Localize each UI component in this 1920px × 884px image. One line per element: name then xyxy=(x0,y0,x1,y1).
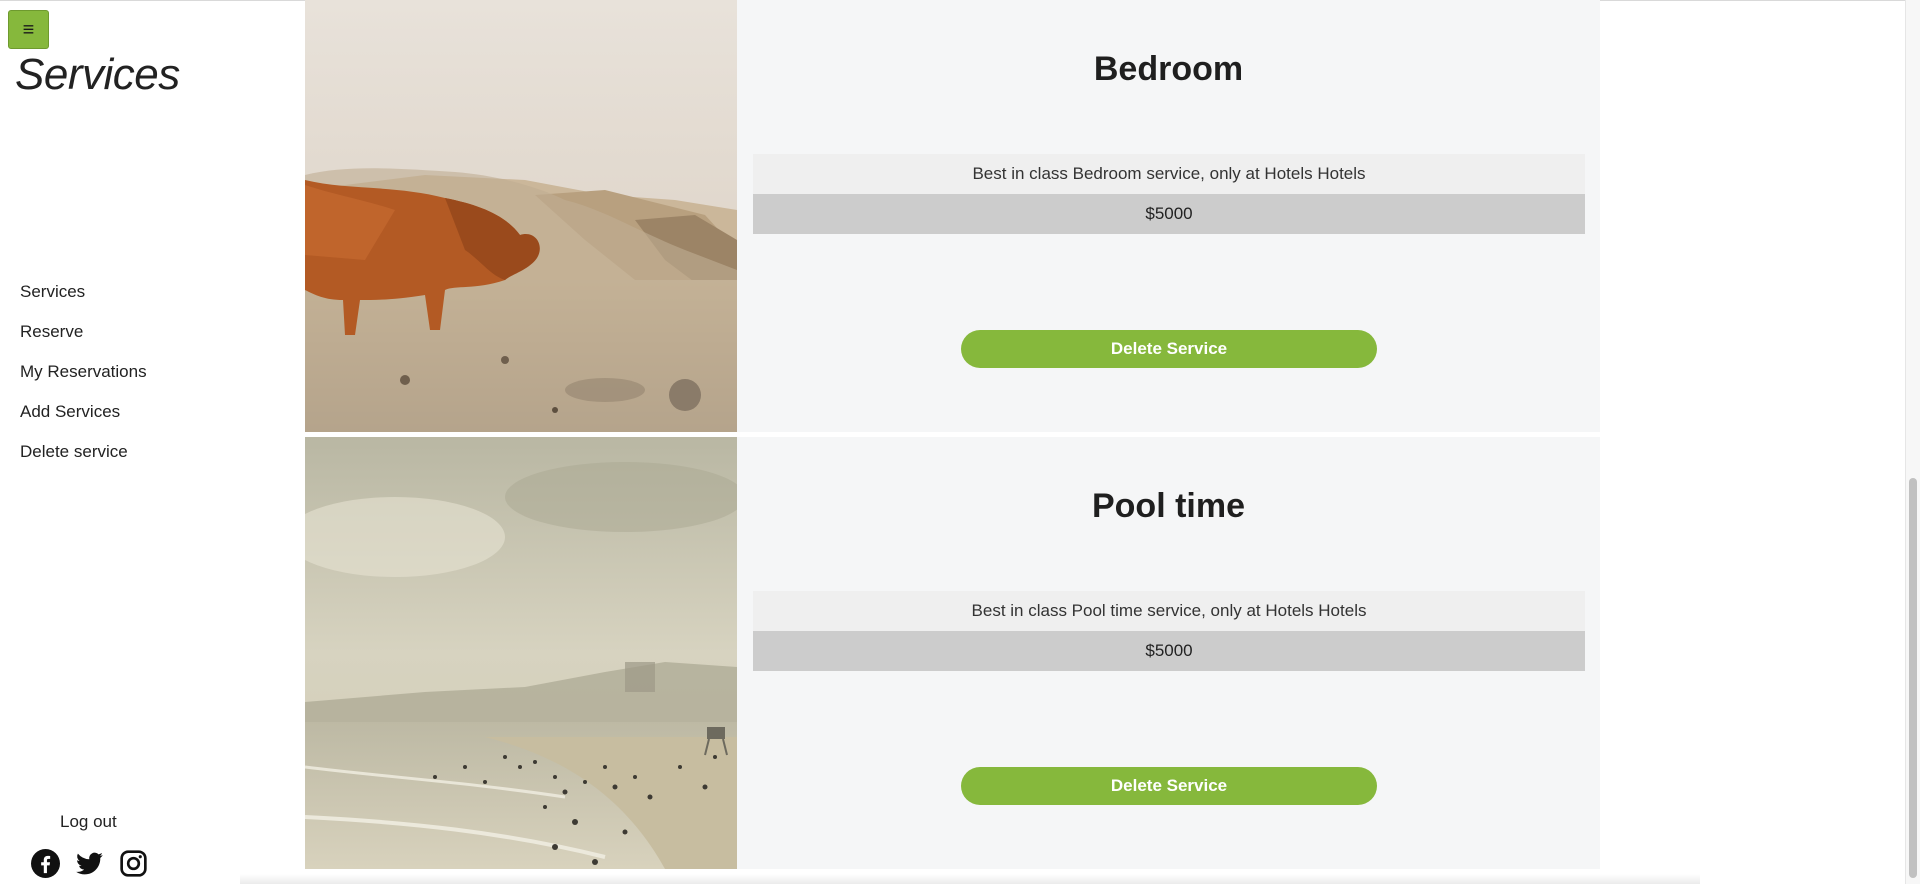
bottom-shadow xyxy=(240,874,1700,884)
nav-item-add-services[interactable]: Add Services xyxy=(20,400,147,440)
page-title: Services xyxy=(15,50,180,99)
facebook-icon[interactable] xyxy=(31,849,60,878)
service-title: Bedroom xyxy=(1093,50,1244,88)
service-card: Pool time Best in class Pool time servic… xyxy=(305,437,1600,869)
nav-item-services[interactable]: Services xyxy=(20,280,147,320)
nav-item-my-reservations[interactable]: My Reservations xyxy=(20,360,147,400)
service-price: $5000 xyxy=(753,631,1585,671)
delete-service-button[interactable]: Delete Service xyxy=(961,767,1377,805)
service-description: Best in class Pool time service, only at… xyxy=(753,591,1585,631)
sidebar-nav: Services Reserve My Reservations Add Ser… xyxy=(20,280,147,480)
instagram-icon[interactable] xyxy=(119,849,148,878)
delete-service-button[interactable]: Delete Service xyxy=(961,330,1377,368)
twitter-icon[interactable] xyxy=(75,849,104,878)
service-title: Pool time xyxy=(1091,487,1246,525)
service-card: Bedroom Best in class Bedroom service, o… xyxy=(305,0,1600,432)
scrollbar-thumb[interactable] xyxy=(1909,478,1917,878)
menu-toggle-button[interactable]: ≡ xyxy=(8,10,49,49)
nav-item-delete-service[interactable]: Delete service xyxy=(20,440,147,480)
logout-link[interactable]: Log out xyxy=(60,812,117,832)
service-image-beach xyxy=(305,437,737,869)
nav-item-reserve[interactable]: Reserve xyxy=(20,320,147,360)
service-price: $5000 xyxy=(753,194,1585,234)
service-description: Best in class Bedroom service, only at H… xyxy=(753,154,1585,194)
hamburger-icon: ≡ xyxy=(22,18,35,41)
social-links xyxy=(31,849,148,878)
service-image-highland-cow xyxy=(305,0,737,432)
